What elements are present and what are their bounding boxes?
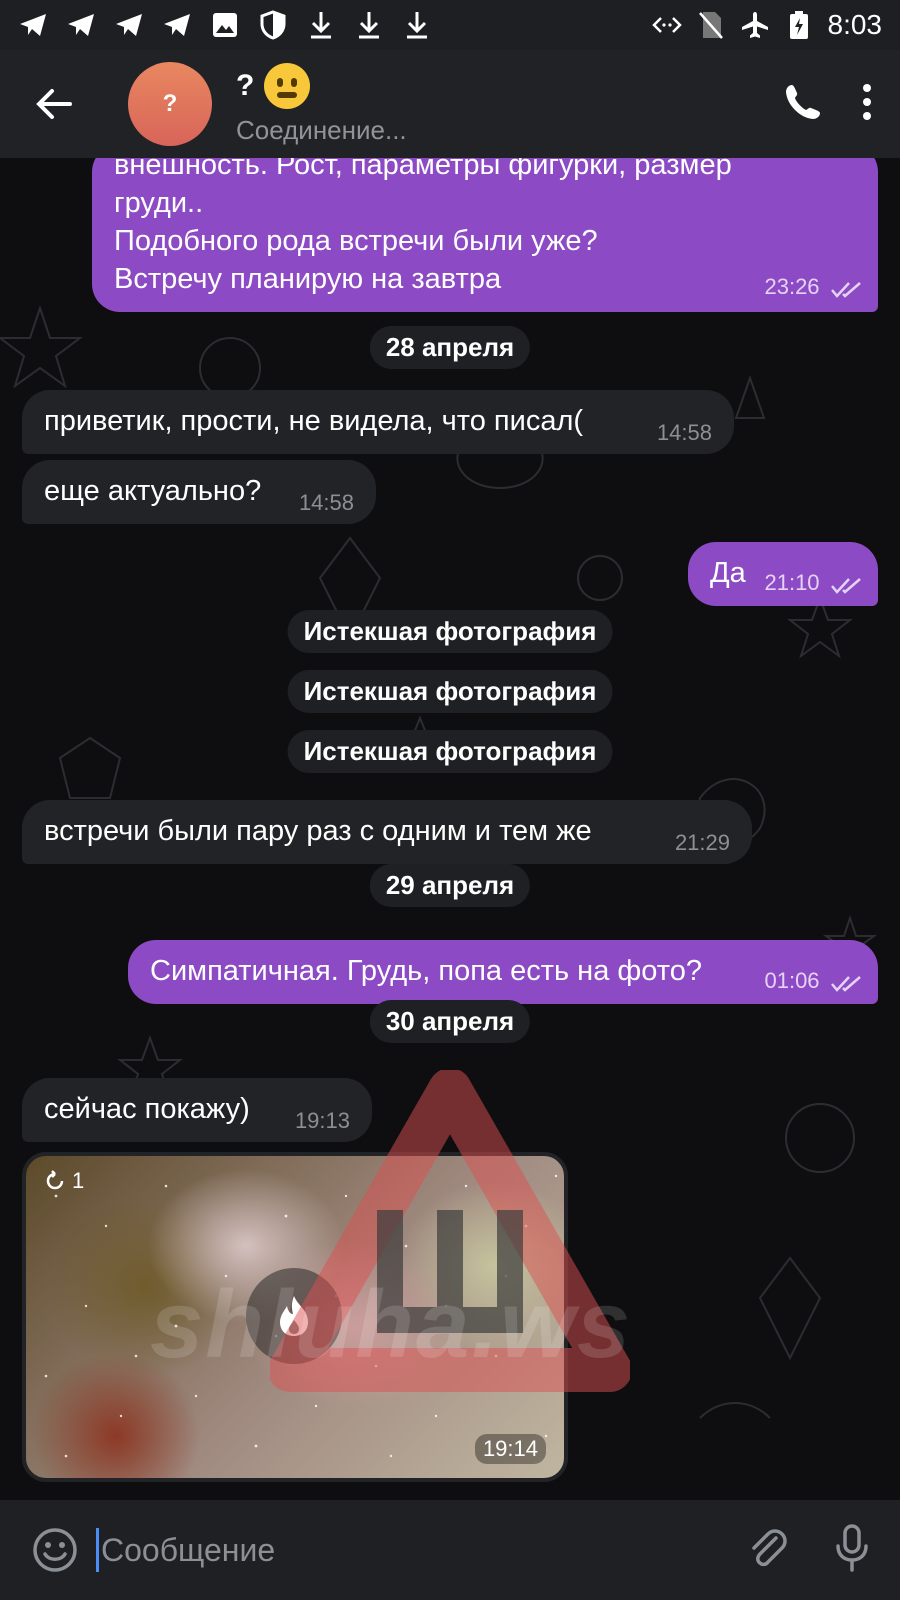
- airplane-icon: [740, 10, 770, 40]
- message-time: 23:26: [764, 274, 820, 299]
- read-checks-icon: [831, 577, 861, 594]
- message-text: Да: [710, 557, 746, 589]
- message-incoming[interactable]: приветик, прости, не видела, что писал( …: [22, 390, 734, 454]
- message-line: Встречу планирую на завтра: [114, 263, 502, 295]
- photo-time: 19:14: [474, 1434, 546, 1464]
- message-text: сейчас покажу): [44, 1093, 250, 1125]
- download-icon: [306, 10, 336, 40]
- message-outgoing[interactable]: Да 21:10: [688, 542, 878, 606]
- message-text: Симпатичная. Грудь, попа есть на фото?: [150, 955, 702, 987]
- message-meta: 23:26: [764, 274, 864, 300]
- read-checks-icon: [831, 281, 861, 298]
- expired-photo-notice: Истекшая фотография: [287, 610, 613, 653]
- no-sim-icon: [696, 10, 726, 40]
- telegram-notification-icon: [66, 10, 96, 40]
- message-outgoing[interactable]: Симпатичная. Грудь, попа есть на фото? 0…: [128, 940, 878, 1004]
- message-text: приветик, прости, не видела, что писал(: [44, 405, 584, 437]
- view-once-badge: 1: [44, 1168, 84, 1194]
- telegram-notification-icon: [18, 10, 48, 40]
- message-time: 14:58: [656, 420, 712, 445]
- download-icon: [354, 10, 384, 40]
- avatar-letter: ?: [162, 90, 178, 117]
- message-text: еще актуально?: [44, 475, 262, 507]
- chat-title: ?: [236, 62, 407, 109]
- phone-call-icon[interactable]: [784, 83, 822, 126]
- message-line: внешность. Рост, параметры фигурки, разм…: [114, 158, 732, 181]
- message-time: 21:29: [674, 830, 730, 855]
- data-saver-icon: [651, 10, 682, 40]
- battery-charging-icon: [784, 10, 814, 40]
- message-meta: 01:06: [764, 968, 864, 994]
- message-time: 21:10: [764, 570, 820, 595]
- status-bar: 8:03: [0, 0, 900, 50]
- expired-photo-notice: Истекшая фотография: [287, 730, 613, 773]
- refresh-icon: [46, 1170, 64, 1190]
- read-checks-icon: [831, 975, 861, 992]
- telegram-notification-icon: [162, 10, 192, 40]
- more-options-icon[interactable]: [862, 83, 872, 126]
- message-line: груди..: [114, 187, 204, 219]
- image-icon: [210, 10, 240, 40]
- message-line: Подобного рода встречи были уже?: [114, 225, 598, 257]
- emoji-icon[interactable]: [28, 1523, 82, 1577]
- telegram-notification-icon: [114, 10, 144, 40]
- date-separator: 28 апреля: [369, 326, 531, 369]
- expired-photo-notice: Истекшая фотография: [287, 670, 613, 713]
- connection-status: Соединение...: [236, 114, 407, 145]
- message-time: 01:06: [764, 968, 820, 993]
- message-field[interactable]: [96, 1520, 746, 1580]
- watermark-text: shluha.ws: [150, 1271, 633, 1378]
- message-incoming[interactable]: встречи были пару раз с одним и тем же 2…: [22, 800, 752, 864]
- message-outgoing[interactable]: внешность. Рост, параметры фигурки, разм…: [92, 158, 878, 312]
- message-meta: 21:10: [764, 570, 864, 596]
- chat-header: ? ? Соединение...: [0, 50, 900, 158]
- message-text: встречи были пару раз с одним и тем же: [44, 815, 592, 847]
- back-arrow-icon[interactable]: [24, 74, 84, 134]
- date-separator: 30 апреля: [369, 1000, 531, 1043]
- date-separator: 29 апреля: [369, 864, 531, 907]
- download-icon: [402, 10, 432, 40]
- view-counter: 1: [72, 1168, 85, 1193]
- clock: 8:03: [827, 9, 883, 40]
- message-input[interactable]: [98, 1531, 746, 1569]
- attach-paperclip-icon[interactable]: [746, 1526, 790, 1575]
- avatar[interactable]: ?: [128, 62, 212, 146]
- chat-title-text: ?: [236, 68, 255, 102]
- microphone-icon[interactable]: [834, 1523, 870, 1577]
- message-input-bar: [0, 1500, 900, 1600]
- smiley-emoji-icon: [264, 62, 311, 109]
- message-incoming[interactable]: еще актуально? 14:58: [22, 460, 376, 524]
- shield-icon: [258, 10, 288, 40]
- chat-title-box[interactable]: ? Соединение...: [236, 62, 407, 146]
- message-time: 14:58: [298, 490, 354, 515]
